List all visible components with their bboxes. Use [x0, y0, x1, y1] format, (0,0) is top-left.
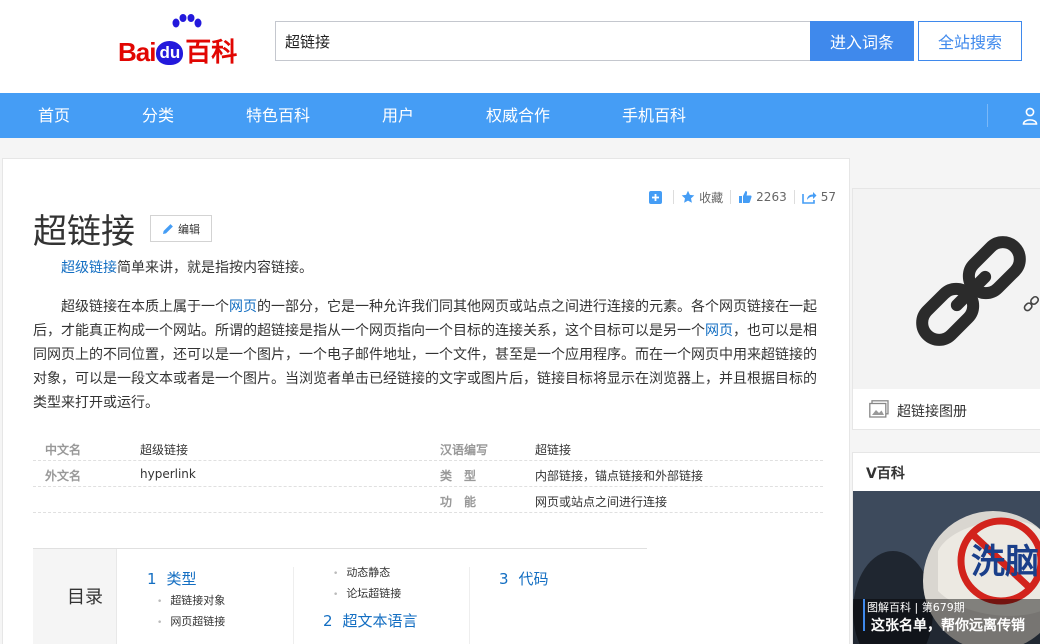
logo-wordmark: Bai du 百科 [118, 32, 237, 69]
add-button[interactable] [642, 190, 673, 204]
link-webpage[interactable]: 网页 [705, 323, 733, 339]
thumbs-up-icon [739, 191, 752, 203]
album-icon [869, 400, 889, 418]
catalog-subitem[interactable]: 超链接对象 [157, 592, 225, 608]
link-hyperlink[interactable]: 超级链接 [61, 260, 117, 276]
catalog-item-1[interactable]: 1 类型 [147, 568, 197, 589]
collect-label: 收藏 [699, 190, 724, 205]
baidu-baike-logo[interactable]: Bai du 百科 [118, 14, 258, 67]
catalog-subitem[interactable]: 论坛超链接 [333, 585, 401, 601]
header: Baidu百科 进入词条 全站搜索 [0, 0, 1040, 93]
vbaike-panel: V百科 洗脑 图解百科 | 第679期 这张名单，帮你远离传销 [852, 452, 1040, 644]
catalog-item-number: 3 [499, 570, 509, 588]
logo-bai: Bai [118, 37, 156, 67]
album-label[interactable]: 超链接图册 [897, 401, 967, 421]
site-search-button[interactable]: 全站搜索 [918, 21, 1022, 61]
catalog-item-3[interactable]: 3 代码 [499, 568, 549, 589]
intro-text: 简单来讲，就是指按内容链接。 [117, 260, 313, 276]
nav-divider [987, 104, 988, 127]
catalog-item-label: 代码 [518, 570, 549, 588]
nav-item-category[interactable]: 分类 [142, 93, 174, 138]
logo-du: du [156, 41, 184, 65]
info-value: 超级链接 [140, 443, 189, 457]
link-webpage[interactable]: 网页 [229, 299, 257, 315]
info-value: hyperlink [140, 467, 196, 481]
info-name: 中文名 [45, 443, 82, 457]
star-icon [681, 190, 695, 203]
catalog-title: 目录 [67, 587, 103, 608]
like-count: 2263 [756, 190, 787, 204]
user-icon[interactable] [1022, 107, 1038, 125]
collect-button[interactable]: 收藏 [674, 189, 730, 206]
nav-item-partners[interactable]: 权威合作 [486, 93, 550, 138]
edit-button[interactable]: 编辑 [150, 215, 212, 242]
share-icon [801, 191, 817, 204]
like-button[interactable]: 2263 [731, 190, 794, 204]
edit-label: 编辑 [178, 222, 200, 236]
page-title: 超链接 [33, 212, 135, 252]
nav-item-home[interactable]: 首页 [38, 93, 70, 138]
catalog-divider [469, 567, 470, 644]
album-panel: 超链接图册 [852, 188, 1040, 430]
info-value: 内部链接，锚点链接和外部链接 [535, 469, 704, 483]
chain-link-icon [916, 236, 1040, 346]
catalog-subitem[interactable]: 网页超链接 [157, 613, 225, 629]
catalog-subitem[interactable]: 动态静态 [333, 564, 390, 580]
vbaike-meta: 图解百科 | 第679期 [867, 601, 965, 614]
intro-paragraph: 超级链接简单来讲，就是指按内容链接。 [33, 256, 819, 280]
basic-info-row: 外文名 hyperlink 类 型 内部链接，锚点链接和外部链接 [33, 461, 823, 487]
vbaike-title: V百科 [866, 466, 905, 482]
info-name: 外文名 [45, 469, 82, 483]
catalog-item-number: 2 [323, 612, 333, 630]
hat-text: 洗脑 [971, 542, 1039, 582]
catalog-item-label: 超文本语言 [342, 612, 418, 630]
catalog-item-2[interactable]: 2 超文本语言 [323, 610, 418, 631]
catalog-header: 目录 [33, 549, 117, 644]
body-paragraph: 超级链接在本质上属于一个网页的一部分，它是一种允许我们同其他网页或站点之间进行连… [33, 295, 819, 415]
info-name: 汉语编写 [440, 443, 489, 457]
search-input[interactable] [275, 21, 811, 61]
basic-info-row: 功 能 网页或站点之间进行连接 [33, 487, 823, 513]
catalog: 目录 1 类型 超链接对象 网页超链接 动态静态 论坛超链接 2 超文本语言 3 代码 [33, 548, 647, 644]
album-image[interactable] [853, 189, 1040, 389]
share-button[interactable]: 57 [795, 190, 843, 204]
logo-baike: 百科 [185, 37, 238, 67]
info-name: 类 型 [440, 469, 477, 483]
info-value: 超链接 [535, 443, 572, 457]
nav-item-featured[interactable]: 特色百科 [246, 93, 310, 138]
nav-item-mobile[interactable]: 手机百科 [622, 93, 686, 138]
nav-item-users[interactable]: 用户 [382, 93, 414, 138]
vbaike-caption[interactable]: 这张名单，帮你远离传销 [871, 615, 1025, 635]
pencil-icon [163, 223, 173, 234]
vbaike-image[interactable]: 洗脑 图解百科 | 第679期 这张名单，帮你远离传销 [853, 491, 1040, 644]
lemma-toolbar: 收藏 2263 57 [642, 187, 843, 207]
main-nav: 首页 分类 特色百科 用户 权威合作 手机百科 [0, 93, 1040, 138]
catalog-divider [293, 567, 294, 644]
plus-icon [649, 190, 663, 204]
vbaike-accent-bar [863, 599, 865, 631]
share-count: 57 [820, 190, 836, 204]
catalog-item-number: 1 [147, 570, 157, 588]
basic-info-row: 中文名 超级链接 汉语编写 超链接 [33, 435, 823, 461]
info-name: 功 能 [440, 495, 477, 509]
body-text: 超级链接在本质上属于一个 [61, 299, 229, 315]
catalog-item-label: 类型 [166, 570, 197, 588]
info-value: 网页或站点之间进行连接 [535, 495, 668, 509]
enter-entry-button[interactable]: 进入词条 [810, 21, 914, 61]
main-content: 收藏 2263 57 超链接 编辑 超级链接简单来讲，就是指按内容链接。 超级链… [2, 158, 850, 644]
